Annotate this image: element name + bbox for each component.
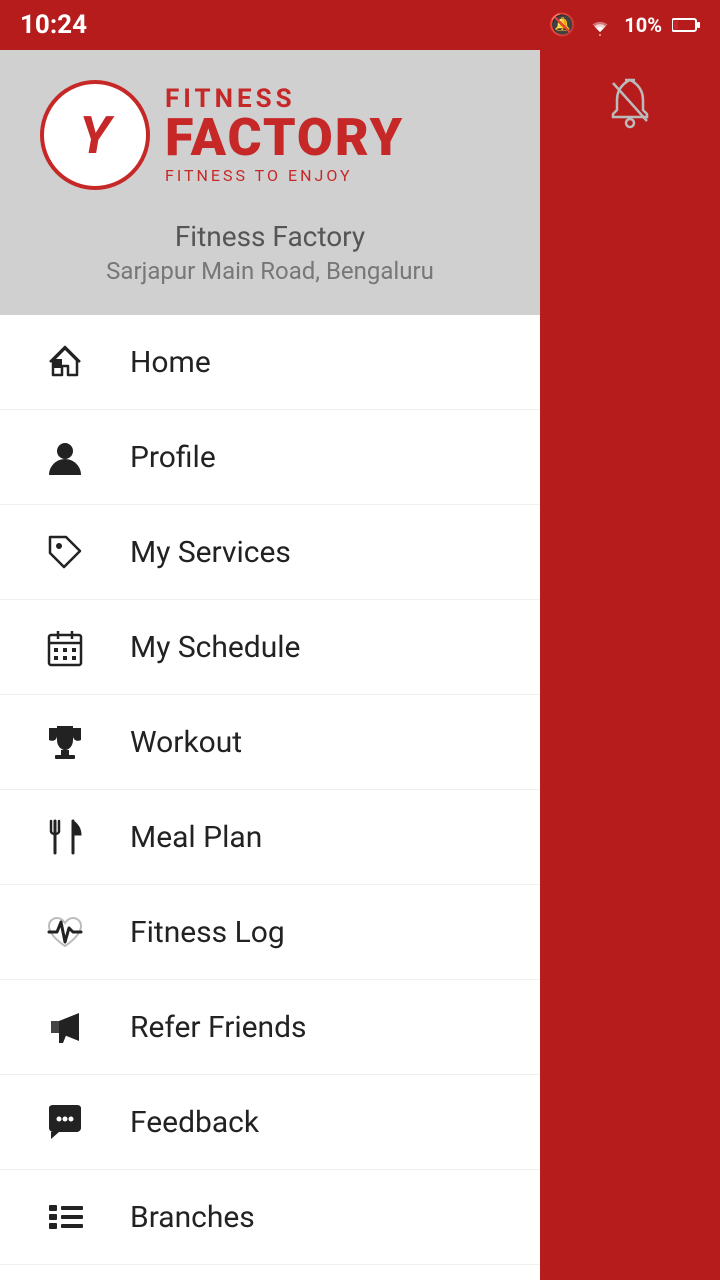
nav-label-meal-plan: Meal Plan xyxy=(130,820,262,855)
branches-icon xyxy=(40,1192,90,1242)
logo-y-letter: Y xyxy=(79,105,110,166)
mute-icon: 🔕 xyxy=(549,13,576,38)
gym-name: Fitness Factory xyxy=(40,220,500,253)
refer-icon xyxy=(40,1002,90,1052)
battery-icon xyxy=(672,17,700,33)
nav-item-my-services[interactable]: My Services xyxy=(0,505,540,600)
nav-label-refer-friends: Refer Friends xyxy=(130,1010,307,1045)
nav-item-fitness-log[interactable]: Fitness Log xyxy=(0,885,540,980)
services-icon xyxy=(40,527,90,577)
nav-list: Home Profile xyxy=(0,315,540,1280)
nav-label-my-services: My Services xyxy=(130,535,291,570)
nav-item-home[interactable]: Home xyxy=(0,315,540,410)
nav-item-profile[interactable]: Profile xyxy=(0,410,540,505)
drawer-header: Y FITNESS FACTORY FITNESS TO ENJOY Fitne… xyxy=(0,50,540,315)
battery-percentage: 10% xyxy=(624,13,662,37)
logo-container: Y FITNESS FACTORY FITNESS TO ENJOY xyxy=(40,80,404,190)
gym-info: Fitness Factory Sarjapur Main Road, Beng… xyxy=(40,220,500,285)
wifi-icon xyxy=(586,14,614,36)
fitness-log-icon xyxy=(40,907,90,957)
nav-label-feedback: Feedback xyxy=(130,1105,259,1140)
schedule-icon xyxy=(40,622,90,672)
status-bar: 10:24 🔕 10% xyxy=(0,0,720,50)
bell-icon[interactable] xyxy=(605,75,655,129)
meal-icon xyxy=(40,812,90,862)
nav-item-branches[interactable]: Branches xyxy=(0,1170,540,1265)
logo-circle: Y xyxy=(40,80,150,190)
nav-item-my-schedule[interactable]: My Schedule xyxy=(0,600,540,695)
gym-address: Sarjapur Main Road, Bengaluru xyxy=(40,257,500,285)
feedback-icon xyxy=(40,1097,90,1147)
drawer: Y FITNESS FACTORY FITNESS TO ENJOY Fitne… xyxy=(0,50,540,1280)
nav-label-my-schedule: My Schedule xyxy=(130,630,300,665)
nav-item-refer-friends[interactable]: Refer Friends xyxy=(0,980,540,1075)
nav-label-fitness-log: Fitness Log xyxy=(130,915,285,950)
nav-item-feedback[interactable]: Feedback xyxy=(0,1075,540,1170)
logo-text-block: FITNESS FACTORY FITNESS TO ENJOY xyxy=(165,86,404,185)
nav-label-branches: Branches xyxy=(130,1200,255,1235)
nav-label-profile: Profile xyxy=(130,440,216,475)
app-container: Y FITNESS FACTORY FITNESS TO ENJOY Fitne… xyxy=(0,50,720,1280)
nav-item-meal-plan[interactable]: Meal Plan xyxy=(0,790,540,885)
home-icon xyxy=(40,337,90,387)
logo-tagline-text: FITNESS TO ENJOY xyxy=(165,166,404,185)
nav-label-workout: Workout xyxy=(130,725,242,760)
logo-factory-text: FACTORY xyxy=(165,112,404,164)
nav-item-workout[interactable]: Workout xyxy=(0,695,540,790)
nav-label-home: Home xyxy=(130,345,211,380)
profile-icon xyxy=(40,432,90,482)
workout-icon xyxy=(40,717,90,767)
status-time: 10:24 xyxy=(20,10,87,40)
status-icons: 🔕 10% xyxy=(549,13,700,38)
right-panel xyxy=(540,50,720,1280)
